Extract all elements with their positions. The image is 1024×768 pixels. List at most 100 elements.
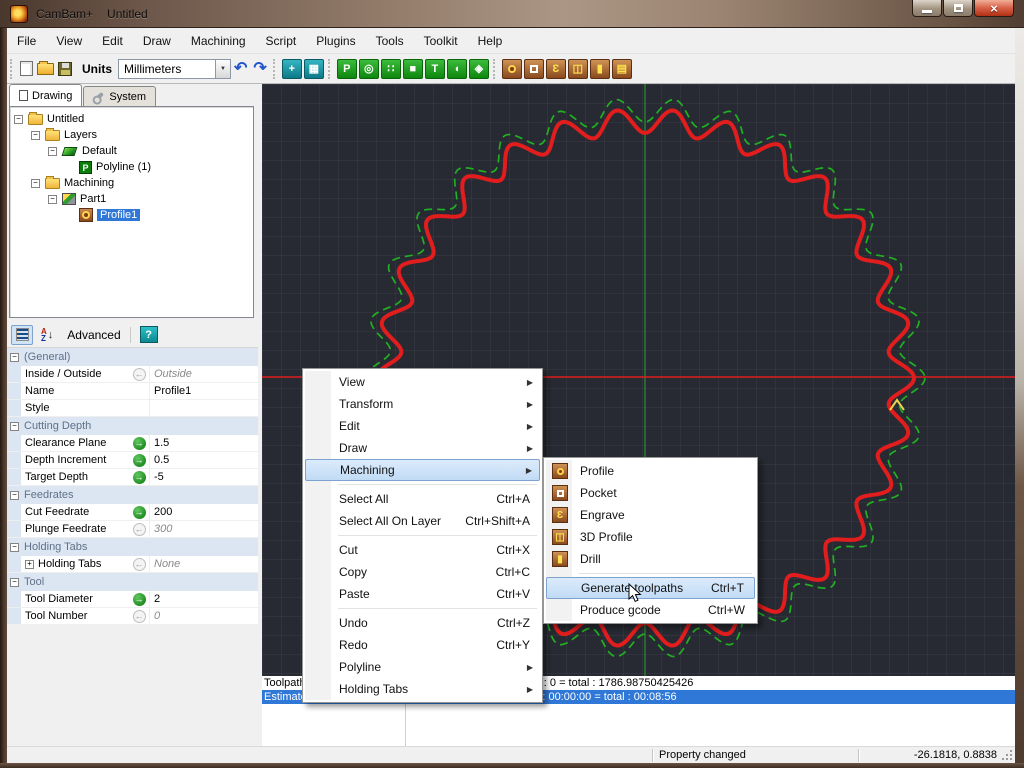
context-menu-item-select-all-on-layer[interactable]: Select All On LayerCtrl+Shift+A xyxy=(305,510,540,532)
units-combo[interactable]: Millimeters xyxy=(118,59,216,79)
save-file-button[interactable] xyxy=(58,62,72,76)
context-menu-item-cut[interactable]: CutCtrl+X xyxy=(305,539,540,561)
property-value[interactable]: Profile1 xyxy=(149,383,258,399)
open-file-button[interactable] xyxy=(37,63,54,75)
rectangle-button[interactable]: ■ xyxy=(403,59,423,79)
tree-item-profile1[interactable]: Profile1 xyxy=(10,207,253,223)
context-menu-item-copy[interactable]: CopyCtrl+C xyxy=(305,561,540,583)
tree-item-polyline-1[interactable]: Polyline (1) xyxy=(10,159,253,175)
value-default-icon[interactable]: ← xyxy=(133,558,146,571)
property-value[interactable]: 0.5 xyxy=(149,452,258,468)
minimize-button[interactable] xyxy=(912,0,942,17)
context-menu-item-transform[interactable]: Transform▶ xyxy=(305,393,540,415)
toolbar-grip[interactable] xyxy=(493,59,496,79)
property-category-holding-tabs[interactable]: −Holding Tabs xyxy=(7,538,258,556)
property-row-style[interactable]: Style xyxy=(7,400,258,417)
menubar-item-plugins[interactable]: Plugins xyxy=(306,30,365,52)
context-menu-item-holding-tabs[interactable]: Holding Tabs▶ xyxy=(305,678,540,700)
tab-system[interactable]: System xyxy=(83,86,156,106)
category-collapse-icon[interactable]: − xyxy=(10,491,19,500)
value-set-icon[interactable]: → xyxy=(133,437,146,450)
submenu-item-engrave[interactable]: ƐEngrave xyxy=(546,504,755,526)
context-menu-item-machining[interactable]: Machining▶ xyxy=(305,459,540,481)
context-menu-item-edit[interactable]: Edit▶ xyxy=(305,415,540,437)
circle-button[interactable]: ◎ xyxy=(359,59,379,79)
property-expand-icon[interactable]: + xyxy=(25,560,34,569)
tree-item-untitled[interactable]: −Untitled xyxy=(10,111,253,127)
category-collapse-icon[interactable]: − xyxy=(10,353,19,362)
submenu-item-3d-profile[interactable]: ◫3D Profile xyxy=(546,526,755,548)
submenu-item-profile[interactable]: Profile xyxy=(546,460,755,482)
property-value[interactable]: None xyxy=(149,556,258,572)
property-value[interactable]: 300 xyxy=(149,521,258,537)
property-value[interactable]: 0 xyxy=(149,608,258,624)
gcode-button[interactable]: ▤ xyxy=(612,59,632,79)
property-row-inside-outside[interactable]: Inside / Outside←Outside xyxy=(7,366,258,383)
arc-button[interactable]: ◖ xyxy=(447,59,467,79)
tree-expander-icon[interactable]: − xyxy=(31,179,40,188)
engrave-button[interactable]: Ɛ xyxy=(546,59,566,79)
title-bar[interactable]: CamBam+Untitled × xyxy=(0,0,1024,28)
property-row-cut-feedrate[interactable]: Cut Feedrate→200 xyxy=(7,504,258,521)
context-menu-item-view[interactable]: View▶ xyxy=(305,371,540,393)
property-category-feedrates[interactable]: −Feedrates xyxy=(7,486,258,504)
submenu-item-drill[interactable]: ▮Drill xyxy=(546,548,755,570)
resize-grip[interactable] xyxy=(1010,758,1012,760)
new-file-button[interactable] xyxy=(20,61,33,76)
menubar-item-toolkit[interactable]: Toolkit xyxy=(414,30,468,52)
property-row-tool-number[interactable]: Tool Number←0 xyxy=(7,608,258,625)
drill-button[interactable]: ▮ xyxy=(590,59,610,79)
value-default-icon[interactable]: ← xyxy=(133,368,146,381)
tree-item-part1[interactable]: −Part1 xyxy=(10,191,253,207)
categorize-button[interactable] xyxy=(11,325,33,345)
property-row-holding-tabs[interactable]: +Holding Tabs←None xyxy=(7,556,258,573)
profile-button[interactable] xyxy=(502,59,522,79)
units-combo-arrow[interactable]: ▼ xyxy=(216,59,231,79)
context-menu-item-polyline[interactable]: Polyline▶ xyxy=(305,656,540,678)
submenu-item-pocket[interactable]: Pocket xyxy=(546,482,755,504)
property-category-tool[interactable]: −Tool xyxy=(7,573,258,591)
text-button[interactable]: T xyxy=(425,59,445,79)
menubar-item-file[interactable]: File xyxy=(7,30,46,52)
tab-drawing[interactable]: Drawing xyxy=(9,84,82,106)
property-row-name[interactable]: NameProfile1 xyxy=(7,383,258,400)
tree-item-layers[interactable]: −Layers xyxy=(10,127,253,143)
redo-button[interactable]: ↷ xyxy=(253,59,266,79)
pocket-button[interactable] xyxy=(524,59,544,79)
tree-expander-icon[interactable]: − xyxy=(48,147,57,156)
property-value[interactable]: 1.5 xyxy=(149,435,258,451)
property-value[interactable] xyxy=(149,400,258,416)
property-row-plunge-feedrate[interactable]: Plunge Feedrate←300 xyxy=(7,521,258,538)
value-set-icon[interactable]: → xyxy=(133,506,146,519)
surface-button[interactable]: ◈ xyxy=(469,59,489,79)
value-default-icon[interactable]: ← xyxy=(133,523,146,536)
context-menu-item-draw[interactable]: Draw▶ xyxy=(305,437,540,459)
value-default-icon[interactable]: ← xyxy=(133,610,146,623)
point-list-button[interactable]: ∷ xyxy=(381,59,401,79)
context-menu-item-redo[interactable]: RedoCtrl+Y xyxy=(305,634,540,656)
profile3d-button[interactable]: ◫ xyxy=(568,59,588,79)
menubar-item-draw[interactable]: Draw xyxy=(133,30,181,52)
context-menu-item-select-all[interactable]: Select AllCtrl+A xyxy=(305,488,540,510)
property-row-clearance-plane[interactable]: Clearance Plane→1.5 xyxy=(7,435,258,452)
category-collapse-icon[interactable]: − xyxy=(10,578,19,587)
grid-button[interactable]: ▦ xyxy=(304,59,324,79)
property-value[interactable]: Outside xyxy=(149,366,258,382)
property-value[interactable]: 200 xyxy=(149,504,258,520)
property-category-general[interactable]: −(General) xyxy=(7,348,258,366)
category-collapse-icon[interactable]: − xyxy=(10,543,19,552)
toolbar-grip[interactable] xyxy=(273,59,276,79)
toolbar-grip[interactable] xyxy=(10,59,13,79)
category-collapse-icon[interactable]: − xyxy=(10,422,19,431)
value-set-icon[interactable]: → xyxy=(133,593,146,606)
submenu-item-produce-gcode[interactable]: Produce gcodeCtrl+W xyxy=(546,599,755,621)
axis-origin-button[interactable]: + xyxy=(282,59,302,79)
menubar-item-edit[interactable]: Edit xyxy=(92,30,133,52)
advanced-button[interactable]: Advanced xyxy=(67,328,120,342)
property-value[interactable]: 2 xyxy=(149,591,258,607)
sort-alphabetical-button[interactable]: AZ ↓ xyxy=(41,328,53,342)
context-menu-item-undo[interactable]: UndoCtrl+Z xyxy=(305,612,540,634)
tree-item-default[interactable]: −Default xyxy=(10,143,253,159)
property-row-target-depth[interactable]: Target Depth→-5 xyxy=(7,469,258,486)
menubar-item-machining[interactable]: Machining xyxy=(181,30,256,52)
